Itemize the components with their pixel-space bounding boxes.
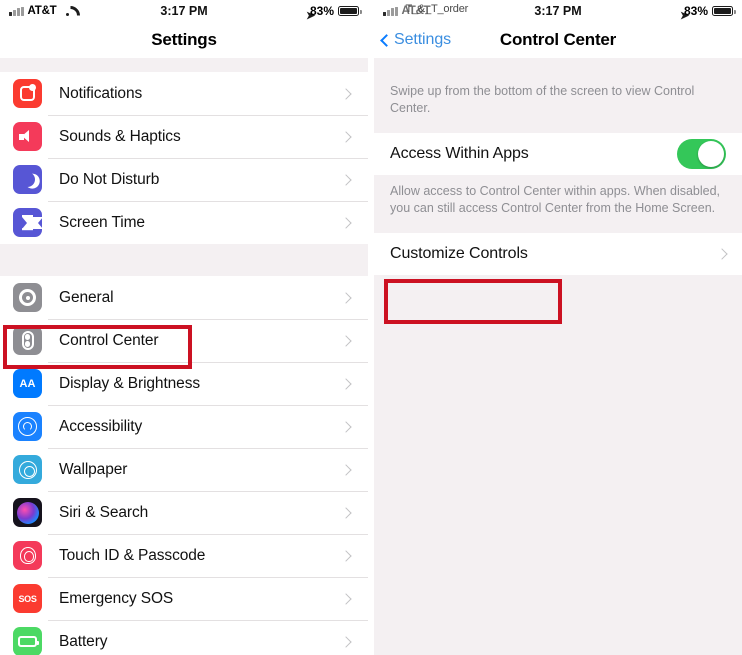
page-title: Settings (151, 30, 217, 49)
emergency-sos-icon: SOS (13, 584, 42, 613)
chevron-right-icon (340, 549, 352, 562)
nav-bar-right: Settings Control Center (374, 22, 742, 58)
settings-group-1: Notifications Sounds & Haptics Do Not Di… (0, 72, 368, 244)
sidebar-item-wallpaper[interactable]: Wallpaper (0, 448, 368, 491)
sidebar-item-display-brightness[interactable]: AA Display & Brightness (0, 362, 368, 405)
access-within-apps-description: Allow access to Control Center within ap… (374, 174, 742, 233)
sidebar-item-label: Sounds & Haptics (59, 127, 181, 145)
status-bar-left: AT&T 3:17 PM ➤ 83% (0, 0, 368, 22)
sidebar-item-label: General (59, 288, 114, 306)
sidebar-item-label: Battery (59, 632, 108, 650)
sidebar-item-label: Control Center (59, 331, 159, 349)
sounds-icon (13, 122, 42, 151)
battery-percent-label: 83% (683, 4, 708, 18)
sidebar-item-label: Siri & Search (59, 503, 149, 521)
nav-bar-left: Settings (0, 22, 368, 58)
siri-icon (13, 498, 42, 527)
sidebar-item-do-not-disturb[interactable]: Do Not Disturb (0, 158, 368, 201)
sidebar-item-label: Emergency SOS (59, 589, 174, 607)
control-center-description: Swipe up from the bottom of the screen t… (374, 58, 742, 133)
screen-time-icon (13, 208, 42, 237)
chevron-right-icon (340, 377, 352, 390)
chevron-right-icon (340, 420, 352, 433)
back-button-label: Settings (394, 31, 452, 48)
chevron-right-icon (340, 291, 352, 304)
sidebar-item-screen-time[interactable]: Screen Time (0, 201, 368, 244)
chevron-right-icon (340, 506, 352, 519)
sidebar-item-label: Display & Brightness (59, 374, 201, 392)
chevron-right-icon (340, 216, 352, 229)
status-bar-right-cluster: ➤ 83% (680, 4, 736, 22)
access-within-apps-row[interactable]: Access Within Apps (374, 132, 742, 175)
chevron-right-icon (340, 130, 352, 143)
battery-percent-label: 83% (309, 4, 334, 18)
sidebar-item-accessibility[interactable]: Accessibility (0, 405, 368, 448)
control-center-icon (13, 326, 42, 355)
customize-controls-row[interactable]: Customize Controls (374, 232, 742, 275)
chevron-right-icon (340, 592, 352, 605)
sidebar-item-control-center[interactable]: Control Center (0, 319, 368, 362)
back-button[interactable]: Settings (380, 31, 452, 49)
group-gap-top (0, 58, 368, 72)
status-bar-right: AT&T T_&_T_order 3:17 PM ➤ 83% (374, 0, 742, 22)
chevron-right-icon (340, 87, 352, 100)
settings-screen: AT&T 3:17 PM ➤ 83% Settings Notification… (0, 0, 368, 655)
sidebar-item-label: Notifications (59, 84, 143, 102)
display-aa-icon: AA (13, 369, 42, 398)
dual-screenshot-container: AT&T 3:17 PM ➤ 83% Settings Notification… (0, 0, 742, 655)
chevron-right-icon (340, 173, 352, 186)
customize-controls-label: Customize Controls (390, 244, 528, 262)
sidebar-item-siri-search[interactable]: Siri & Search (0, 491, 368, 534)
sidebar-item-label: Accessibility (59, 417, 143, 435)
sidebar-item-label: Do Not Disturb (59, 170, 160, 188)
sidebar-item-touch-id-passcode[interactable]: Touch ID & Passcode (0, 534, 368, 577)
wallpaper-icon (13, 455, 42, 484)
sidebar-item-label: Touch ID & Passcode (59, 546, 206, 564)
chevron-right-icon (340, 635, 352, 648)
control-center-screen: AT&T T_&_T_order 3:17 PM ➤ 83% Settings … (374, 0, 742, 655)
battery-settings-icon (13, 627, 42, 655)
access-within-apps-label: Access Within Apps (390, 144, 529, 162)
general-gear-icon (13, 283, 42, 312)
sidebar-item-label: Wallpaper (59, 460, 128, 478)
sidebar-item-label: Screen Time (59, 213, 145, 231)
battery-icon (712, 6, 736, 16)
page-title: Control Center (499, 30, 617, 49)
sidebar-item-emergency-sos[interactable]: SOS Emergency SOS (0, 577, 368, 620)
customize-controls-highlight (384, 279, 562, 324)
notifications-icon (13, 79, 42, 108)
do-not-disturb-icon (13, 165, 42, 194)
chevron-right-icon (340, 463, 352, 476)
battery-icon (338, 6, 362, 16)
sidebar-item-battery[interactable]: Battery (0, 620, 368, 655)
sidebar-item-general[interactable]: General (0, 276, 368, 319)
chevron-right-icon (716, 247, 728, 260)
chevron-left-icon (380, 33, 393, 47)
sidebar-item-notifications[interactable]: Notifications (0, 72, 368, 115)
accessibility-icon (13, 412, 42, 441)
group-gap-middle (0, 244, 368, 276)
settings-group-2: General Control Center AA Display & Brig… (0, 276, 368, 655)
status-bar-right-cluster: ➤ 83% (306, 4, 362, 22)
sidebar-item-sounds-haptics[interactable]: Sounds & Haptics (0, 115, 368, 158)
chevron-right-icon (340, 334, 352, 347)
access-within-apps-toggle[interactable] (677, 138, 726, 169)
touch-id-icon (13, 541, 42, 570)
